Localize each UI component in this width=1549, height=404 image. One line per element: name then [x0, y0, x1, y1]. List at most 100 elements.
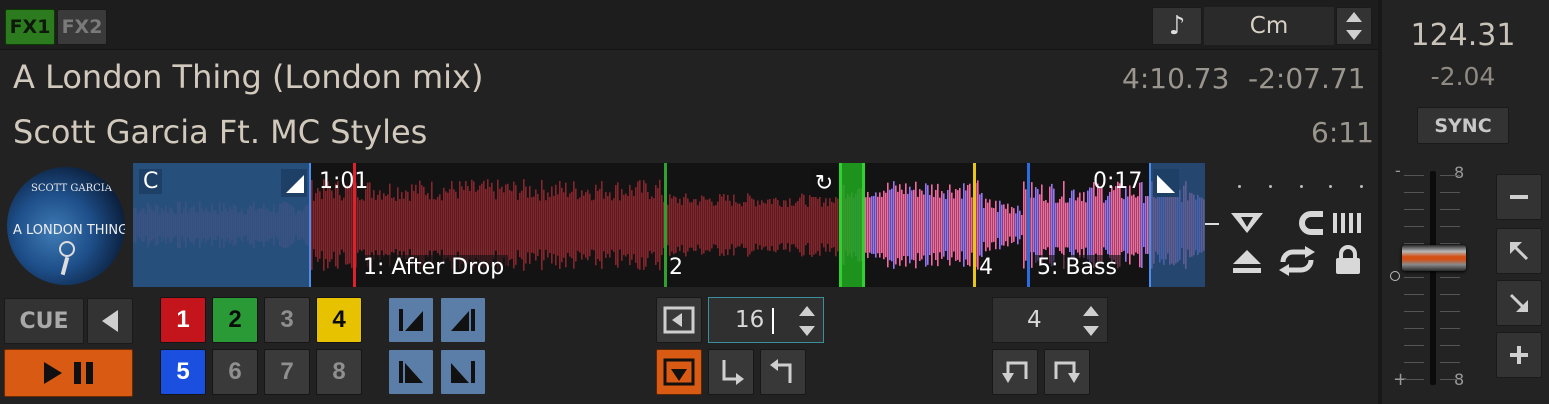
intro-label: C — [139, 169, 163, 194]
play-pause-button[interactable] — [4, 349, 133, 397]
beatjump-size-value: 4 — [1027, 307, 1042, 333]
rate-up-button[interactable] — [1496, 332, 1542, 378]
hotcue-label: 8 — [332, 358, 346, 385]
hotcue-label: 7 — [280, 358, 294, 385]
beatjump-back-button[interactable] — [992, 349, 1038, 395]
loop-in-icon — [722, 360, 744, 385]
loop-size-spinner[interactable] — [797, 306, 817, 336]
time-left-label: 1:01 — [319, 169, 369, 194]
track-duration: 6:11 — [1311, 116, 1374, 149]
hotcue-7-button[interactable]: 7 — [264, 349, 310, 395]
pitch-tick — [1440, 243, 1460, 244]
play-reverse-icon — [102, 310, 118, 332]
time-right-label: 0:17 — [1093, 169, 1143, 194]
pitch-tick — [1440, 379, 1460, 380]
beatgrid-adjust-right-button[interactable] — [440, 297, 486, 343]
hotcue-4-button[interactable]: 4 — [316, 297, 362, 343]
loop-active-icon — [663, 358, 695, 386]
lock-icon[interactable] — [1333, 245, 1363, 275]
pitch-tick — [1440, 277, 1460, 278]
chevron-up-icon — [799, 306, 815, 316]
key-spinner[interactable] — [1336, 7, 1372, 45]
reverse-button[interactable] — [87, 298, 133, 344]
pitch-tick — [1404, 345, 1424, 346]
beatgrid-left-icon — [399, 309, 423, 331]
pitch-tick — [1440, 192, 1460, 193]
reloop-button[interactable] — [656, 297, 702, 343]
sync-button[interactable]: SYNC — [1417, 107, 1509, 144]
pitch-tick — [1440, 328, 1460, 329]
arrow-down-right-icon — [1509, 293, 1528, 312]
rate-temp-up-button[interactable] — [1496, 228, 1542, 274]
beatjump-size-field[interactable]: 4 — [992, 297, 1108, 343]
reloop-icon — [663, 306, 695, 334]
pitch-slider-knob[interactable] — [1402, 245, 1466, 272]
magnifier-icon — [59, 241, 75, 257]
rate-down-button[interactable] — [1496, 174, 1542, 220]
hotcue-8-button[interactable]: 8 — [316, 349, 362, 395]
loop-size-value: 16 — [735, 307, 765, 333]
hotcue-6-button[interactable]: 6 — [212, 349, 258, 395]
beatgrid-adjust-left-button[interactable] — [388, 297, 434, 343]
chevron-up-icon — [1083, 306, 1099, 316]
cue-line-2 — [664, 163, 667, 287]
repeat-icon[interactable] — [1277, 246, 1317, 276]
pitch-tick — [1440, 294, 1460, 295]
cover-art[interactable]: SCOTT GARCIA A LONDON THING — [7, 167, 125, 285]
beatjump-forward-button[interactable] — [1044, 349, 1090, 395]
key-lock-button[interactable]: ♪ — [1152, 7, 1202, 45]
fx1-toggle[interactable]: FX1 — [5, 9, 55, 45]
loop-in-button[interactable] — [708, 349, 754, 395]
pause-icon — [74, 362, 93, 384]
rate-temp-down-button[interactable] — [1496, 280, 1542, 326]
pitch-tick — [1440, 175, 1460, 176]
beatgrid-shift-left-icon — [399, 361, 423, 383]
minus-icon — [1510, 195, 1528, 199]
loop-out-icon — [770, 359, 792, 383]
music-note-icon: ♪ — [1168, 11, 1186, 41]
key-value: Cm — [1249, 13, 1289, 39]
loop-size-field[interactable]: 16 — [708, 297, 824, 343]
pitch-slider[interactable]: - 8 + 8 — [1390, 161, 1476, 390]
pitch-tick — [1404, 362, 1424, 363]
loop-out-button[interactable] — [760, 349, 806, 395]
hotcue-5-button[interactable]: 5 — [160, 349, 206, 395]
hotcue-label: 1 — [176, 306, 190, 333]
cue-button[interactable]: CUE — [4, 298, 84, 344]
pitch-tick — [1404, 311, 1424, 312]
quantize-magnet-icon[interactable] — [1299, 210, 1329, 236]
fx2-toggle[interactable]: FX2 — [57, 9, 107, 45]
waveform-overview[interactable]: C 1:01 1: After Drop 2 4 5: Bass ↻ 0:17 — [133, 163, 1205, 287]
cue-label-2: 2 — [669, 255, 683, 280]
beatgrid-shift-left-button[interactable] — [388, 349, 434, 395]
cue-label-1: 1: After Drop — [359, 255, 509, 280]
cue-line-5 — [1027, 163, 1030, 287]
loop-toggle-button[interactable] — [656, 349, 702, 395]
pitch-tick — [1440, 362, 1460, 363]
time-elapsed: 4:10.73 — [1122, 62, 1230, 95]
beatgrid-shift-right-button[interactable] — [440, 349, 486, 395]
pitch-tick — [1404, 328, 1424, 329]
keylock-bars-icon[interactable] — [1331, 211, 1367, 235]
vinyl-mode-icon[interactable] — [1229, 209, 1265, 235]
beatjump-forward-icon — [1054, 361, 1080, 383]
arrow-up-left-icon — [1510, 242, 1529, 261]
pitch-center-marker — [1390, 271, 1400, 281]
plus-icon — [1510, 346, 1528, 364]
fx1-label: FX1 — [9, 16, 51, 38]
pitch-tick — [1404, 226, 1424, 227]
bpm-offset: -2.04 — [1430, 62, 1496, 91]
magnifier-handle — [60, 256, 70, 276]
beatjump-back-icon — [1002, 361, 1028, 383]
pitch-tick — [1440, 226, 1460, 227]
hotcue-label: 6 — [228, 358, 242, 385]
cover-art-line1: SCOTT GARCIA — [31, 183, 112, 194]
hotcue-2-button[interactable]: 2 — [212, 297, 258, 343]
sync-label: SYNC — [1434, 114, 1492, 137]
hotcue-label: 5 — [176, 358, 190, 385]
hotcue-1-button[interactable]: 1 — [160, 297, 206, 343]
eject-icon[interactable] — [1231, 247, 1263, 275]
beatgrid-shift-right-icon — [451, 361, 475, 383]
beatjump-spinner[interactable] — [1081, 306, 1101, 336]
hotcue-3-button[interactable]: 3 — [264, 297, 310, 343]
